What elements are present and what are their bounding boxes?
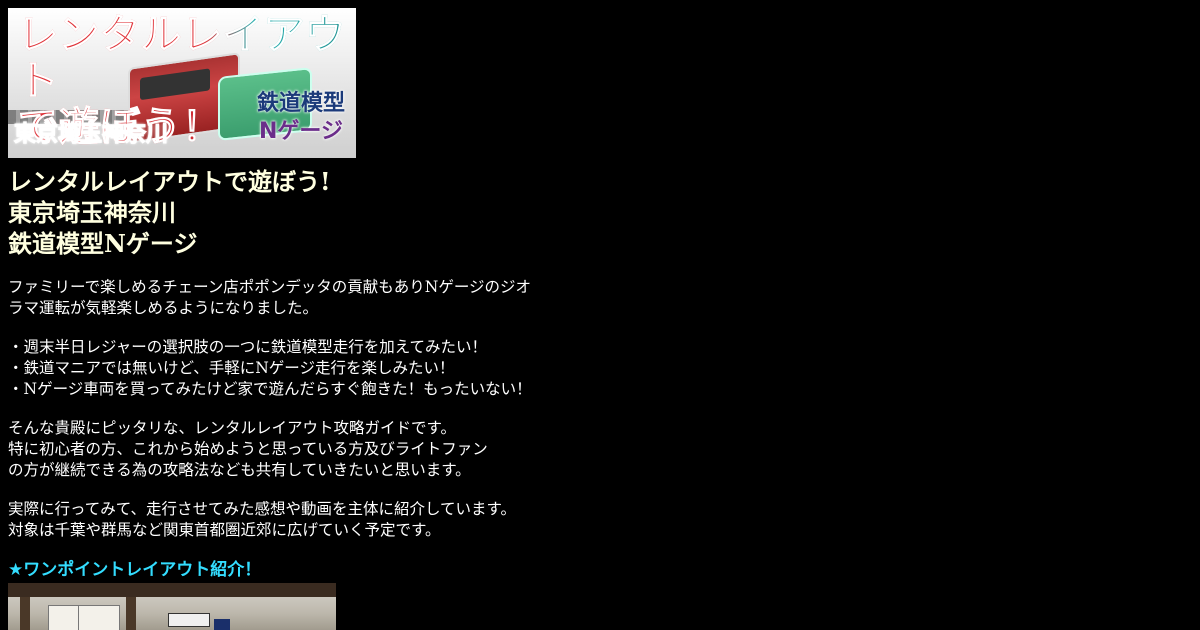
preview-train-graphic	[214, 619, 230, 630]
bullet-item-2: ・鉄道マニアでは無いけど、手軽にNゲージ走行を楽しみたい！	[8, 359, 455, 377]
guide-line2: 特に初心者の方、これから始めようと思っている方及びライトファン	[8, 440, 488, 458]
preview-post-left	[20, 597, 30, 630]
site-banner-image: レンタルレイアウト で遊ぼう！ 東京埼玉神奈川 鉄道模型 Nゲージ	[8, 8, 356, 158]
guide-line3: の方が継続できる為の攻略法なども共有していきたいと思います。	[8, 461, 471, 479]
bullet-item-3: ・Nゲージ車両を買ってみたけど家で遊んだらすぐ飽きた！もったいない！	[8, 380, 532, 398]
intro-line2: ラマ運転が気軽楽しめるようになりました。	[8, 299, 319, 317]
preview-post-middle	[126, 597, 136, 630]
layout-preview-image[interactable]	[8, 583, 336, 630]
intro-paragraph: ファミリーで楽しめるチェーン店ポポンデッタの貢献もありNゲージのジオ ラマ運転が…	[8, 277, 568, 319]
one-point-layout-heading: ★ワンポイントレイアウト紹介！	[8, 560, 262, 580]
guide-line1: そんな貴殿にピッタリな、レンタルレイアウト攻略ガイドです。	[8, 419, 456, 437]
preview-shoji-panel-2	[78, 605, 120, 630]
banner-region-label: 東京埼玉神奈川	[14, 122, 169, 148]
bullet-item-1: ・週末半日レジャーの選択肢の一つに鉄道模型走行を加えてみたい！	[8, 338, 487, 356]
preview-ceiling-beam	[8, 583, 336, 597]
banner-badge-line1: 鉄道模型	[256, 91, 345, 116]
bullet-list: ・週末半日レジャーの選択肢の一つに鉄道模型走行を加えてみたい！ ・鉄道マニアでは…	[8, 337, 568, 400]
banner-badge: 鉄道模型 Nゲージ	[248, 90, 354, 146]
headline-line2: 東京埼玉神奈川	[8, 198, 176, 227]
headline-line1: レンタルレイアウトで遊ぼう!	[8, 167, 331, 196]
content-line2: 対象は千葉や群馬など関東首都圏近郊に広げていく予定です。	[8, 521, 441, 539]
headline-line3: 鉄道模型Nゲージ	[8, 229, 198, 258]
page-content: レンタルレイアウト で遊ぼう！ 東京埼玉神奈川 鉄道模型 Nゲージ レンタルレイ…	[8, 8, 568, 630]
content-paragraph: 実際に行ってみて、走行させてみた感想や動画を主体に紹介しています。 対象は千葉や…	[8, 499, 568, 541]
content-line1: 実際に行ってみて、走行させてみた感想や動画を主体に紹介しています。	[8, 500, 516, 518]
preview-station-sign	[168, 613, 210, 627]
page-headline: レンタルレイアウトで遊ぼう! 東京埼玉神奈川 鉄道模型Nゲージ	[8, 166, 568, 259]
banner-badge-line2: Nゲージ	[259, 119, 343, 144]
intro-line1: ファミリーで楽しめるチェーン店ポポンデッタの貢献もありNゲージのジオ	[8, 278, 532, 296]
guide-paragraph: そんな貴殿にピッタリな、レンタルレイアウト攻略ガイドです。 特に初心者の方、これ…	[8, 418, 568, 481]
